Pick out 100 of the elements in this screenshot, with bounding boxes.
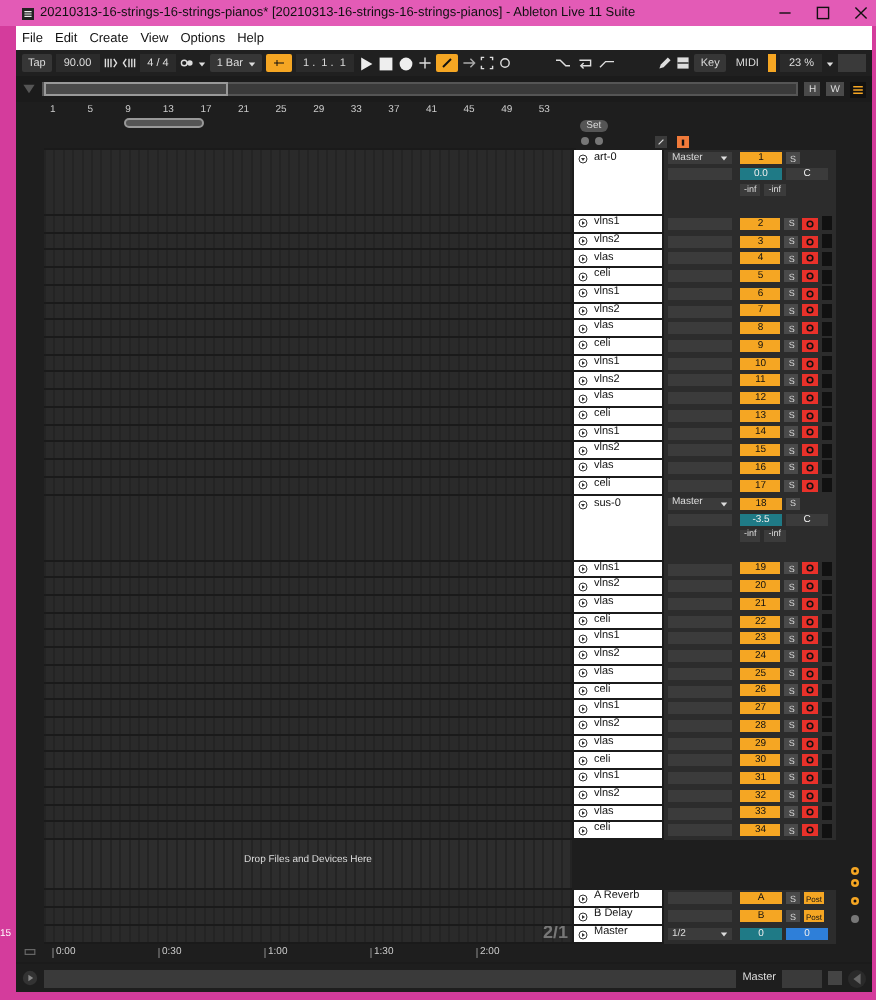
plus-icon[interactable] bbox=[417, 56, 432, 70]
fold-icon[interactable] bbox=[578, 499, 588, 509]
play-circle-icon[interactable] bbox=[578, 288, 588, 299]
record-arm-button[interactable] bbox=[802, 217, 819, 230]
fold-icon[interactable] bbox=[578, 154, 588, 164]
input-field[interactable] bbox=[668, 892, 732, 904]
record-arm-button[interactable] bbox=[802, 562, 819, 575]
expand-icon[interactable] bbox=[479, 56, 494, 70]
play-circle-icon[interactable] bbox=[578, 738, 588, 749]
maximize-icon[interactable] bbox=[815, 6, 829, 20]
play-circle-icon[interactable] bbox=[578, 720, 588, 731]
curve-icon[interactable] bbox=[598, 56, 617, 70]
record-arm-button[interactable] bbox=[802, 684, 819, 697]
play-circle-icon[interactable] bbox=[578, 772, 588, 783]
follow-button[interactable] bbox=[265, 54, 291, 72]
play-circle-icon[interactable] bbox=[578, 893, 588, 903]
record-arm-button[interactable] bbox=[802, 806, 819, 819]
play-circle-icon[interactable] bbox=[578, 218, 588, 229]
stop-icon[interactable] bbox=[377, 55, 394, 71]
record-arm-button[interactable] bbox=[802, 667, 819, 680]
arrangement-overview[interactable] bbox=[42, 82, 799, 96]
record-arm-button[interactable] bbox=[802, 461, 819, 474]
play-circle-icon[interactable] bbox=[578, 563, 588, 574]
overview-selection[interactable] bbox=[44, 82, 228, 96]
play-circle-icon[interactable] bbox=[578, 462, 588, 473]
play-circle-icon[interactable] bbox=[578, 427, 588, 438]
play-circle-icon[interactable] bbox=[578, 598, 588, 609]
circle-icon[interactable] bbox=[849, 866, 859, 876]
play-circle-icon[interactable] bbox=[578, 358, 588, 369]
caret-icon[interactable] bbox=[720, 154, 728, 162]
record-arm-button[interactable] bbox=[802, 771, 819, 784]
triangle-icon[interactable] bbox=[22, 82, 36, 96]
caret-icon[interactable] bbox=[247, 59, 255, 67]
play-circle-icon[interactable] bbox=[578, 375, 588, 386]
record-arm-button[interactable] bbox=[802, 322, 819, 335]
record-arm-button[interactable] bbox=[802, 615, 819, 628]
metronome-icon[interactable] bbox=[180, 56, 195, 70]
minimize-icon[interactable] bbox=[777, 6, 791, 20]
play-icon[interactable] bbox=[357, 55, 374, 71]
triangle-icon[interactable] bbox=[848, 969, 866, 987]
record-arm-button[interactable] bbox=[802, 597, 819, 610]
play-circle-icon[interactable] bbox=[578, 703, 588, 714]
record-arm-button[interactable] bbox=[802, 409, 819, 422]
play-circle-icon[interactable] bbox=[578, 825, 588, 836]
play-circle-icon[interactable] bbox=[578, 633, 588, 644]
record-arm-button[interactable] bbox=[802, 444, 819, 457]
record-arm-button[interactable] bbox=[802, 824, 819, 837]
circle-icon[interactable] bbox=[849, 878, 859, 888]
play-circle-icon[interactable] bbox=[578, 755, 588, 766]
play-circle-icon[interactable] bbox=[578, 480, 588, 491]
play-circle-icon[interactable] bbox=[578, 581, 588, 592]
record-arm-button[interactable] bbox=[802, 702, 819, 715]
nudge-icon[interactable] bbox=[103, 56, 118, 70]
play-circle-icon[interactable] bbox=[578, 410, 588, 421]
play-circle-icon[interactable] bbox=[578, 236, 588, 247]
record-arm-button[interactable] bbox=[802, 235, 819, 248]
follow-icon[interactable] bbox=[271, 58, 285, 68]
input-field[interactable] bbox=[668, 824, 732, 837]
record-arm-button[interactable] bbox=[802, 479, 819, 492]
play-circle-icon[interactable] bbox=[578, 305, 588, 316]
record-arm-button[interactable] bbox=[802, 339, 819, 352]
play-circle-icon[interactable] bbox=[578, 911, 588, 921]
play-circle-icon[interactable] bbox=[578, 807, 588, 818]
automation-arm-button[interactable] bbox=[435, 54, 458, 72]
record-arm-button[interactable] bbox=[802, 580, 819, 593]
play-circle-icon[interactable] bbox=[578, 445, 588, 456]
record-arm-button[interactable] bbox=[802, 426, 819, 439]
play-circle-icon[interactable] bbox=[578, 929, 588, 939]
caret-icon[interactable] bbox=[826, 59, 834, 67]
caret-icon[interactable] bbox=[720, 499, 728, 507]
record-arm-button[interactable] bbox=[802, 719, 819, 732]
record-arm-button[interactable] bbox=[802, 374, 819, 387]
nudge-icon[interactable] bbox=[121, 56, 136, 70]
record-arm-button[interactable] bbox=[802, 252, 819, 265]
play-circle-icon[interactable] bbox=[578, 685, 588, 696]
circle-icon[interactable] bbox=[849, 896, 859, 906]
record-arm-button[interactable] bbox=[802, 632, 819, 645]
circle-icon[interactable] bbox=[497, 56, 512, 70]
output-field[interactable] bbox=[782, 969, 822, 987]
play-circle-icon[interactable] bbox=[578, 340, 588, 351]
play-circle-icon[interactable] bbox=[578, 323, 588, 334]
record-icon[interactable] bbox=[397, 55, 414, 71]
play-circle-icon[interactable] bbox=[578, 271, 588, 282]
record-arm-button[interactable] bbox=[802, 357, 819, 370]
caret-icon[interactable] bbox=[198, 59, 207, 67]
record-arm-button[interactable] bbox=[802, 754, 819, 767]
record-arm-button[interactable] bbox=[802, 737, 819, 750]
record-arm-button[interactable] bbox=[802, 270, 819, 283]
play-circle-icon[interactable] bbox=[578, 393, 588, 404]
close-icon[interactable] bbox=[853, 6, 867, 20]
keyboard-icon[interactable] bbox=[676, 56, 691, 70]
curve-icon[interactable] bbox=[554, 56, 573, 70]
play-circle-icon[interactable] bbox=[578, 650, 588, 661]
record-arm-button[interactable] bbox=[802, 392, 819, 405]
caret-icon[interactable] bbox=[720, 930, 728, 938]
record-arm-button[interactable] bbox=[802, 304, 819, 317]
record-arm-button[interactable] bbox=[802, 789, 819, 802]
record-arm-button[interactable] bbox=[802, 287, 819, 300]
play-circle-icon[interactable] bbox=[578, 668, 588, 679]
play-circle-icon[interactable] bbox=[578, 790, 588, 801]
